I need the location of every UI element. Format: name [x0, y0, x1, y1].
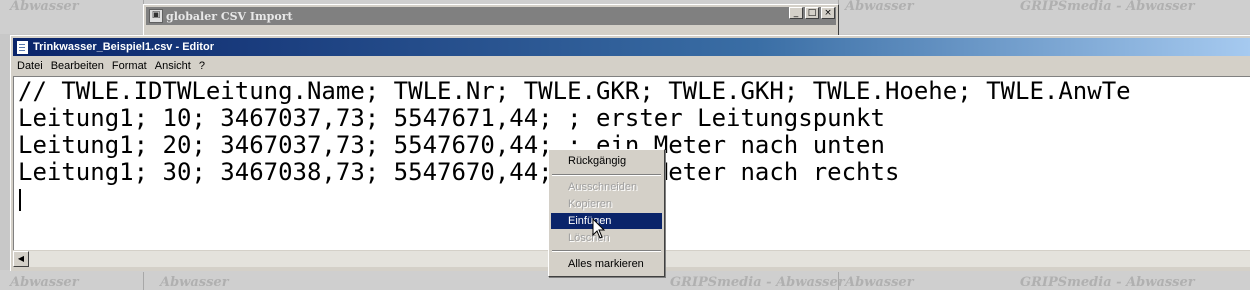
- menu-ansicht[interactable]: Ansicht: [151, 60, 195, 72]
- menu-item-paste[interactable]: Einfügen: [551, 213, 662, 229]
- watermark: GRIPSmedia - Abwasser: [670, 275, 845, 290]
- close-button[interactable]: ×: [821, 7, 835, 19]
- watermark: Abwasser: [160, 275, 229, 290]
- maximize-button[interactable]: □: [805, 7, 819, 19]
- menu-bar: Datei Bearbeiten Format Ansicht ?: [13, 57, 1250, 75]
- menu-bearbeiten[interactable]: Bearbeiten: [47, 60, 108, 72]
- text-caret: [19, 189, 21, 211]
- notepad-icon: [16, 39, 29, 55]
- app-icon: ▣: [149, 9, 163, 23]
- watermark: GRIPSmedia - Abwasser: [1020, 0, 1195, 14]
- text-line: Leitung1; 10; 3467037,73; 5547671,44; ; …: [18, 104, 885, 132]
- watermark: Abwasser: [845, 275, 914, 290]
- notepad-titlebar[interactable]: Trinkwasser_Beispiel1.csv - Editor: [13, 38, 1250, 56]
- csv-import-titlebar[interactable]: ▣ globaler CSV Import: [146, 7, 836, 25]
- csv-import-window: ▣ globaler CSV Import _ □ ×: [143, 4, 839, 36]
- text-line: Leitung1; 30; 3467038,73; 5547670,44; ; …: [18, 158, 900, 186]
- text-line: // TWLE.IDTWLeitung.Name; TWLE.Nr; TWLE.…: [18, 77, 1131, 105]
- watermark: Abwasser: [10, 275, 79, 290]
- menu-item-undo[interactable]: Rückgängig: [551, 153, 662, 169]
- menu-item-select-all[interactable]: Alles markieren: [551, 256, 662, 272]
- watermark: GRIPSmedia - Abwasser: [1020, 275, 1195, 290]
- menu-datei[interactable]: Datei: [13, 60, 47, 72]
- menu-item-cut[interactable]: Ausschneiden: [551, 179, 662, 195]
- menu-item-copy[interactable]: Kopieren: [551, 196, 662, 212]
- watermark: Abwasser: [10, 0, 79, 14]
- mouse-pointer-icon: [592, 218, 606, 239]
- window-title: Trinkwasser_Beispiel1.csv - Editor: [33, 41, 214, 53]
- watermark: Abwasser: [845, 0, 914, 14]
- background-divider: [143, 272, 144, 290]
- scroll-left-arrow-icon[interactable]: ◀: [13, 251, 29, 267]
- menu-format[interactable]: Format: [108, 60, 151, 72]
- minimize-button[interactable]: _: [789, 7, 803, 19]
- menu-item-delete[interactable]: Löschen: [551, 230, 662, 246]
- menu-help[interactable]: ?: [195, 60, 209, 72]
- context-menu: Rückgängig Ausschneiden Kopieren Einfüge…: [548, 149, 665, 277]
- menu-separator: [552, 174, 661, 176]
- menu-separator: [552, 250, 661, 252]
- csv-import-title: globaler CSV Import: [166, 9, 293, 23]
- text-line: Leitung1; 20; 3467037,73; 5547670,44; ; …: [18, 131, 885, 159]
